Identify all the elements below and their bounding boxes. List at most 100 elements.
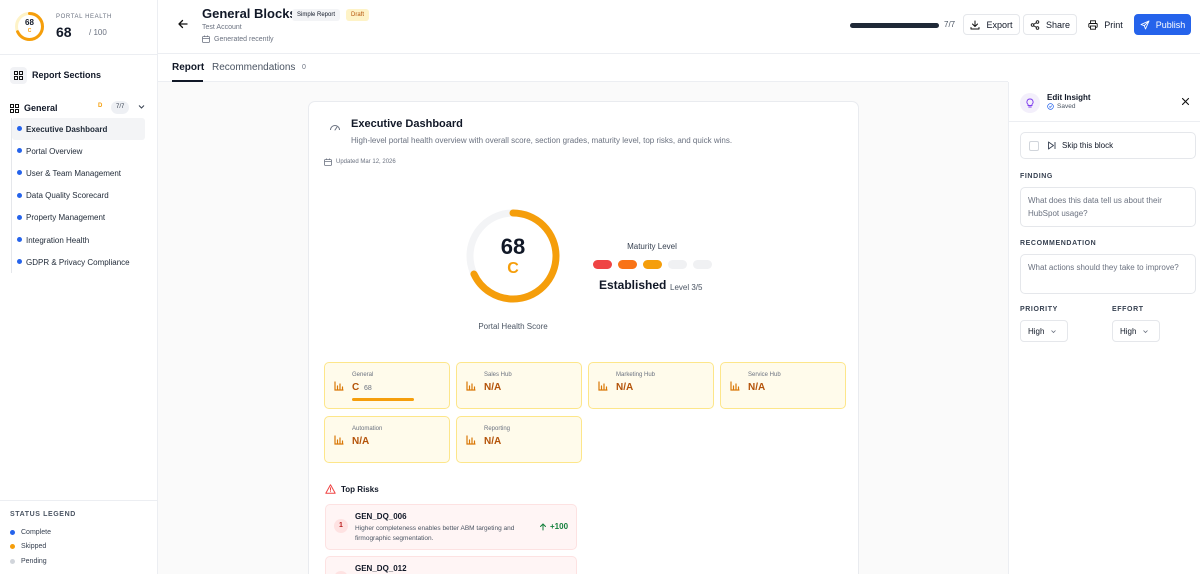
- risk-item[interactable]: 1 GEN_DQ_006 Higher completeness enables…: [325, 504, 577, 550]
- sidebar-item-label: User & Team Management: [26, 168, 122, 178]
- sidebar-item-label: Portal Overview: [26, 146, 83, 156]
- risk-code: GEN_DQ_012: [355, 564, 407, 573]
- report-canvas: Executive Dashboard High-level portal he…: [158, 82, 1008, 574]
- recommendation-input[interactable]: What actions should they take to improve…: [1020, 254, 1196, 294]
- hub-grade: N/A: [616, 382, 634, 393]
- calendar-icon: [324, 158, 332, 166]
- maturity-pill: [668, 260, 687, 269]
- sidebar-item-property-management[interactable]: Property Management: [12, 207, 145, 229]
- close-icon[interactable]: [1181, 97, 1190, 106]
- section-group-general[interactable]: General D 7/7: [10, 101, 150, 115]
- hub-tile-service[interactable]: Service Hub N/A: [720, 362, 846, 409]
- print-label: Print: [1104, 19, 1123, 30]
- hub-tile-sales[interactable]: Sales Hub N/A: [456, 362, 582, 409]
- generated-text: Generated recently: [214, 35, 274, 43]
- risk-code: GEN_DQ_006: [355, 512, 407, 521]
- block-updated: Updated Mar 12, 2026: [324, 158, 396, 166]
- finding-input[interactable]: What does this data tell us about their …: [1020, 187, 1196, 227]
- panel-title: Edit Insight: [1047, 93, 1091, 102]
- portal-health-ring-value: 68: [25, 18, 34, 27]
- hub-grade: C: [352, 382, 360, 393]
- completion-progress-text: 7/7: [944, 20, 956, 29]
- status-dot: [17, 148, 22, 154]
- executive-dashboard-block[interactable]: Executive Dashboard High-level portal he…: [308, 101, 859, 574]
- sidebar: 68 C PORTAL HEALTH 68 / 100 Report Secti…: [0, 0, 158, 574]
- sidebar-item-data-quality-scorecard[interactable]: Data Quality Scorecard: [12, 185, 145, 207]
- finding-label: FINDING: [1020, 173, 1053, 180]
- sidebar-item-user-team-management[interactable]: User & Team Management: [12, 162, 145, 184]
- lightbulb-icon: [1020, 93, 1040, 113]
- priority-select[interactable]: High: [1020, 320, 1068, 342]
- status-dot: [17, 214, 22, 220]
- status-dot: [10, 544, 15, 550]
- status-badge: Draft: [346, 9, 370, 21]
- page-title: General Blocks: [202, 6, 297, 21]
- effort-value: High: [1120, 326, 1137, 336]
- effort-select[interactable]: High: [1112, 320, 1160, 342]
- portal-health-label: PORTAL HEALTH: [56, 14, 112, 20]
- tab-recommendations[interactable]: Recommendations: [212, 62, 295, 82]
- account-name: Test Account: [202, 24, 242, 31]
- maturity-pill: [593, 260, 612, 269]
- section-group-grade: D: [98, 103, 103, 109]
- sidebar-item-integration-health[interactable]: Integration Health: [12, 229, 145, 251]
- top-risks-heading: Top Risks: [325, 484, 379, 494]
- hub-tile-marketing[interactable]: Marketing Hub N/A: [588, 362, 714, 409]
- hub-name: Reporting: [484, 426, 511, 432]
- hub-name: Service Hub: [748, 372, 781, 378]
- bar-chart-icon: [334, 381, 344, 391]
- status-legend-title: STATUS LEGEND: [10, 511, 76, 518]
- recommendations-count: 0: [302, 64, 306, 71]
- hub-grade: N/A: [484, 436, 502, 447]
- share-button[interactable]: Share: [1023, 14, 1077, 35]
- hub-tile-general[interactable]: General C 68: [324, 362, 450, 409]
- panel-divider: [1009, 121, 1200, 122]
- priority-label: PRIORITY: [1020, 306, 1058, 313]
- top-risks-title: Top Risks: [341, 484, 379, 494]
- hub-tile-automation[interactable]: Automation N/A: [324, 416, 450, 463]
- legend-item-skipped: Skipped: [10, 540, 148, 555]
- generated-status: Generated recently: [202, 35, 274, 43]
- skip-forward-icon: [1048, 141, 1056, 150]
- send-icon: [1140, 20, 1150, 29]
- section-group-label: General: [24, 103, 58, 113]
- sidebar-item-label: Executive Dashboard: [26, 124, 108, 134]
- portal-health-summary: 68 C PORTAL HEALTH 68 / 100: [14, 11, 154, 43]
- tab-report[interactable]: Report: [172, 62, 204, 82]
- gauge-icon: [330, 125, 340, 131]
- sidebar-item-portal-overview[interactable]: Portal Overview: [12, 140, 145, 162]
- hub-grade: N/A: [352, 436, 370, 447]
- section-nav: Executive Dashboard Portal Overview User…: [11, 118, 145, 274]
- portal-health-max: / 100: [89, 28, 107, 37]
- printer-icon: [1088, 19, 1098, 30]
- grid-icon: [10, 66, 27, 84]
- download-icon: [970, 20, 980, 29]
- chevron-down-icon[interactable]: [137, 102, 146, 111]
- sidebar-item-gdpr-privacy[interactable]: GDPR & Privacy Compliance: [12, 251, 145, 273]
- report-header: General Blocks Simple Report Draft Test …: [158, 0, 1200, 54]
- sidebar-item-label: Data Quality Scorecard: [26, 191, 109, 201]
- block-subtitle: High-level portal health overview with o…: [351, 136, 733, 145]
- portal-health-score: 68: [56, 24, 72, 40]
- skip-checkbox[interactable]: [1029, 140, 1039, 151]
- back-arrow-icon[interactable]: [177, 18, 189, 30]
- bar-chart-icon: [466, 435, 476, 445]
- status-dot: [17, 236, 22, 242]
- risk-item[interactable]: 2 GEN_DQ_012: [325, 556, 577, 574]
- status-dot: [17, 126, 22, 131]
- maturity-pill: [618, 260, 637, 269]
- maturity-title: Maturity Level: [627, 242, 677, 251]
- sidebar-item-executive-dashboard[interactable]: Executive Dashboard: [12, 118, 145, 141]
- print-button[interactable]: Print: [1080, 14, 1131, 35]
- skip-block-toggle[interactable]: Skip this block: [1020, 132, 1196, 159]
- share-label: Share: [1045, 19, 1071, 30]
- section-group-count: 7/7: [111, 101, 130, 114]
- save-status: Saved: [1047, 103, 1075, 110]
- maturity-name: Established: [599, 278, 667, 292]
- hub-tile-reporting[interactable]: Reporting N/A: [456, 416, 582, 463]
- portal-health-ring-grade: C: [27, 28, 32, 34]
- maturity-pills: [593, 260, 718, 269]
- publish-button[interactable]: Publish: [1134, 14, 1191, 35]
- report-sections-label: Report Sections: [32, 70, 102, 80]
- export-button[interactable]: Export: [963, 14, 1020, 35]
